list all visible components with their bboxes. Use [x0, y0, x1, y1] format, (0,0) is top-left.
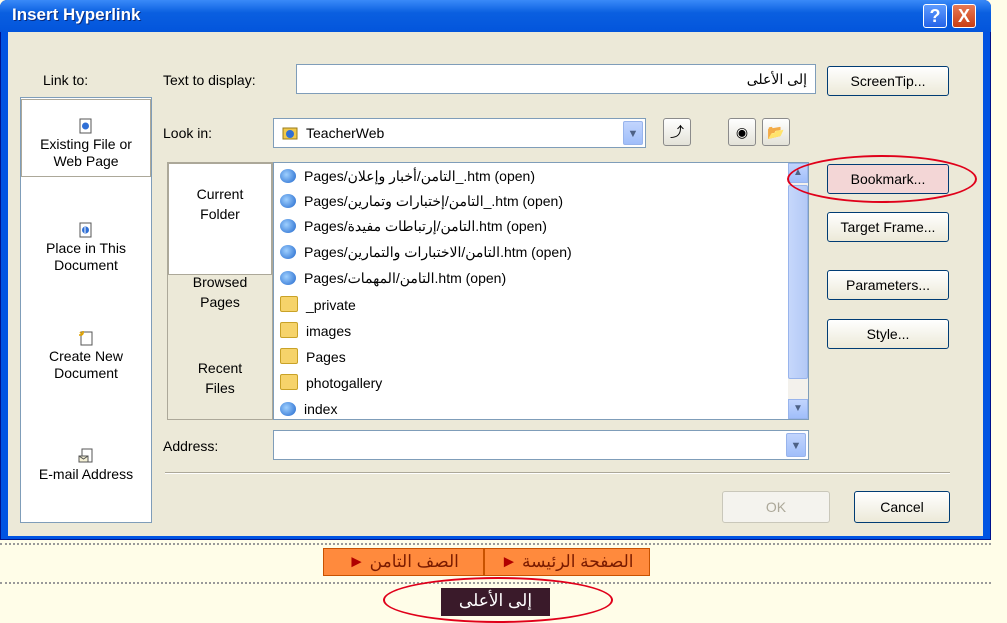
- browse-web-icon[interactable]: ◉: [728, 118, 756, 146]
- browse-file-icon[interactable]: 📂: [762, 118, 790, 146]
- nav-home-label: الصفحة الرئيسة: [522, 552, 634, 571]
- text-to-display-input[interactable]: إلى الأعلى: [296, 64, 816, 94]
- tab-current-line2: Folder: [200, 206, 240, 222]
- tab-recent-line2: Files: [205, 380, 235, 396]
- link-to-place-line1: Place in This: [46, 240, 126, 256]
- email-icon: [78, 448, 94, 464]
- web-page-icon: [78, 118, 94, 134]
- file-name: Pages/التامن/أخبار وإعلان_.htm (open): [304, 168, 535, 184]
- tab-current-line1: Current: [196, 186, 244, 202]
- link-to-existing-file[interactable]: Existing File or Web Page: [21, 99, 151, 177]
- folder-icon: [280, 322, 298, 338]
- file-name: _private: [306, 297, 356, 313]
- link-to-create-line2: Document: [54, 365, 118, 381]
- ie-page-icon: [280, 402, 296, 416]
- file-row[interactable]: index: [280, 396, 337, 422]
- nav-grade-eight[interactable]: الصف التامن ►: [323, 548, 484, 576]
- title-bar[interactable]: [0, 0, 991, 32]
- text-to-display-label: Text to display:: [163, 72, 256, 88]
- ie-page-icon: [280, 194, 296, 208]
- file-name: Pages: [306, 349, 346, 365]
- ie-page-icon: [280, 219, 296, 233]
- file-row[interactable]: Pages/التامن/أخبار وإعلان_.htm (open): [280, 163, 535, 189]
- file-name: Pages/التامن/المهمات.htm (open): [304, 270, 507, 286]
- look-in-value: TeacherWeb: [306, 125, 385, 141]
- close-button[interactable]: X: [952, 4, 976, 28]
- link-to-create-line1: Create New: [49, 348, 123, 364]
- link-to-label: Link to:: [43, 72, 89, 88]
- screentip-button[interactable]: ScreenTip...: [827, 66, 949, 96]
- folder-icon: [280, 374, 298, 390]
- tab-recent-line1: Recent: [197, 360, 243, 376]
- tab-browsed-line2: Pages: [200, 294, 240, 310]
- address-label: Address:: [163, 438, 219, 454]
- ok-button[interactable]: OK: [722, 491, 830, 523]
- tab-recent-files[interactable]: Recent Files: [168, 358, 272, 398]
- nav-home[interactable]: الصفحة الرئيسة ►: [484, 548, 650, 576]
- look-in-label: Look in:: [163, 125, 213, 141]
- file-row[interactable]: Pages: [280, 344, 346, 370]
- link-to-place-line2: Document: [54, 257, 118, 273]
- web-folder-icon: [282, 125, 298, 141]
- dialog-title: Insert Hyperlink: [12, 5, 141, 24]
- file-row[interactable]: _private: [280, 292, 356, 318]
- file-row[interactable]: Pages/التامن/المهمات.htm (open): [280, 265, 506, 291]
- link-to-existing-line2: Web Page: [53, 153, 119, 169]
- parameters-button[interactable]: Parameters...: [827, 270, 949, 300]
- link-to-create-new-document[interactable]: Create New Document: [21, 330, 151, 382]
- chevron-down-icon[interactable]: ▼: [623, 121, 643, 145]
- nav-grade-label: الصف التامن: [369, 552, 459, 571]
- folder-icon: [280, 348, 298, 364]
- divider: [165, 472, 950, 474]
- dotted-divider: [0, 543, 991, 545]
- link-to-email-address[interactable]: E-mail Address: [21, 448, 151, 483]
- place-in-document-icon: [78, 222, 94, 238]
- new-document-icon: [78, 330, 94, 346]
- file-name: Pages/التامن/إختبارات وتمارين_.htm (open…: [304, 193, 563, 209]
- target-frame-button[interactable]: Target Frame...: [827, 212, 949, 242]
- tab-current-folder[interactable]: Current Folder: [168, 163, 272, 275]
- cancel-button[interactable]: Cancel: [854, 491, 950, 523]
- file-row[interactable]: photogallery: [280, 370, 382, 396]
- scroll-down-icon[interactable]: ▼: [788, 399, 808, 419]
- file-name: Pages/التامن/إرتباطات مفيدة.htm (open): [304, 218, 547, 234]
- highlight-ellipse-bookmark: [787, 155, 977, 203]
- file-name: photogallery: [306, 375, 383, 391]
- ie-page-icon: [280, 169, 296, 183]
- link-to-email-line1: E-mail Address: [38, 466, 134, 482]
- help-button[interactable]: ?: [923, 4, 947, 28]
- link-to-place-in-document[interactable]: Place in This Document: [21, 222, 151, 274]
- address-input[interactable]: [273, 430, 809, 460]
- up-one-folder-icon[interactable]: ⤴: [663, 118, 691, 146]
- style-button[interactable]: Style...: [827, 319, 949, 349]
- file-name: images: [306, 323, 352, 339]
- folder-icon: [280, 296, 298, 312]
- scroll-thumb[interactable]: [788, 185, 808, 379]
- file-row[interactable]: images: [280, 318, 351, 344]
- arrow-right-icon: ►: [500, 552, 518, 571]
- look-in-select[interactable]: TeacherWeb ▼: [273, 118, 646, 148]
- tab-browsed-line1: Browsed: [192, 274, 248, 290]
- link-to-existing-line1: Existing File or: [40, 136, 132, 152]
- file-row[interactable]: Pages/التامن/إختبارات وتمارين_.htm (open…: [280, 188, 563, 214]
- ie-page-icon: [280, 245, 296, 259]
- file-row[interactable]: Pages/التامن/إرتباطات مفيدة.htm (open): [280, 213, 547, 239]
- tab-browsed-pages[interactable]: Browsed Pages: [168, 272, 272, 312]
- file-name: Pages/التامن/الاختبارات والتمارين.htm (o…: [304, 244, 572, 260]
- highlight-ellipse-to-top: [383, 577, 613, 623]
- file-name: index: [304, 401, 338, 417]
- file-row[interactable]: Pages/التامن/الاختبارات والتمارين.htm (o…: [280, 239, 572, 265]
- address-chevron-down-icon[interactable]: ▼: [786, 433, 806, 457]
- ie-page-icon: [280, 271, 296, 285]
- arrow-right-icon: ►: [348, 552, 365, 571]
